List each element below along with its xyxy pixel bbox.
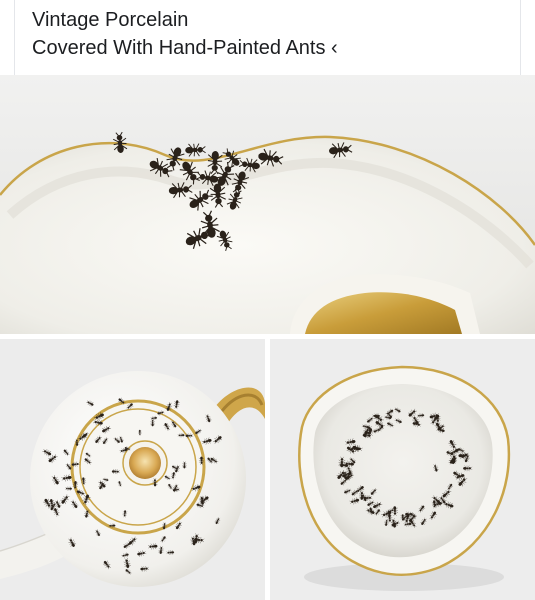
photo-bowl-ants[interactable] xyxy=(270,339,535,600)
post-title-line-2: Covered With Hand-Painted Ants ‹ xyxy=(32,37,338,59)
teapot-illustration xyxy=(0,339,265,600)
photo-teapot-ants[interactable] xyxy=(0,339,265,600)
bowl-illustration xyxy=(270,339,535,600)
jug-illustration xyxy=(0,75,535,334)
photo-jug-ants[interactable] xyxy=(0,75,535,334)
post-title-line-1: Vintage Porcelain xyxy=(32,9,189,31)
card-border-right xyxy=(520,0,521,75)
post-title[interactable]: Vintage Porcelain Covered With Hand-Pain… xyxy=(32,6,502,62)
card-border-left xyxy=(14,0,15,75)
post-card: Vintage Porcelain Covered With Hand-Pain… xyxy=(0,0,535,600)
